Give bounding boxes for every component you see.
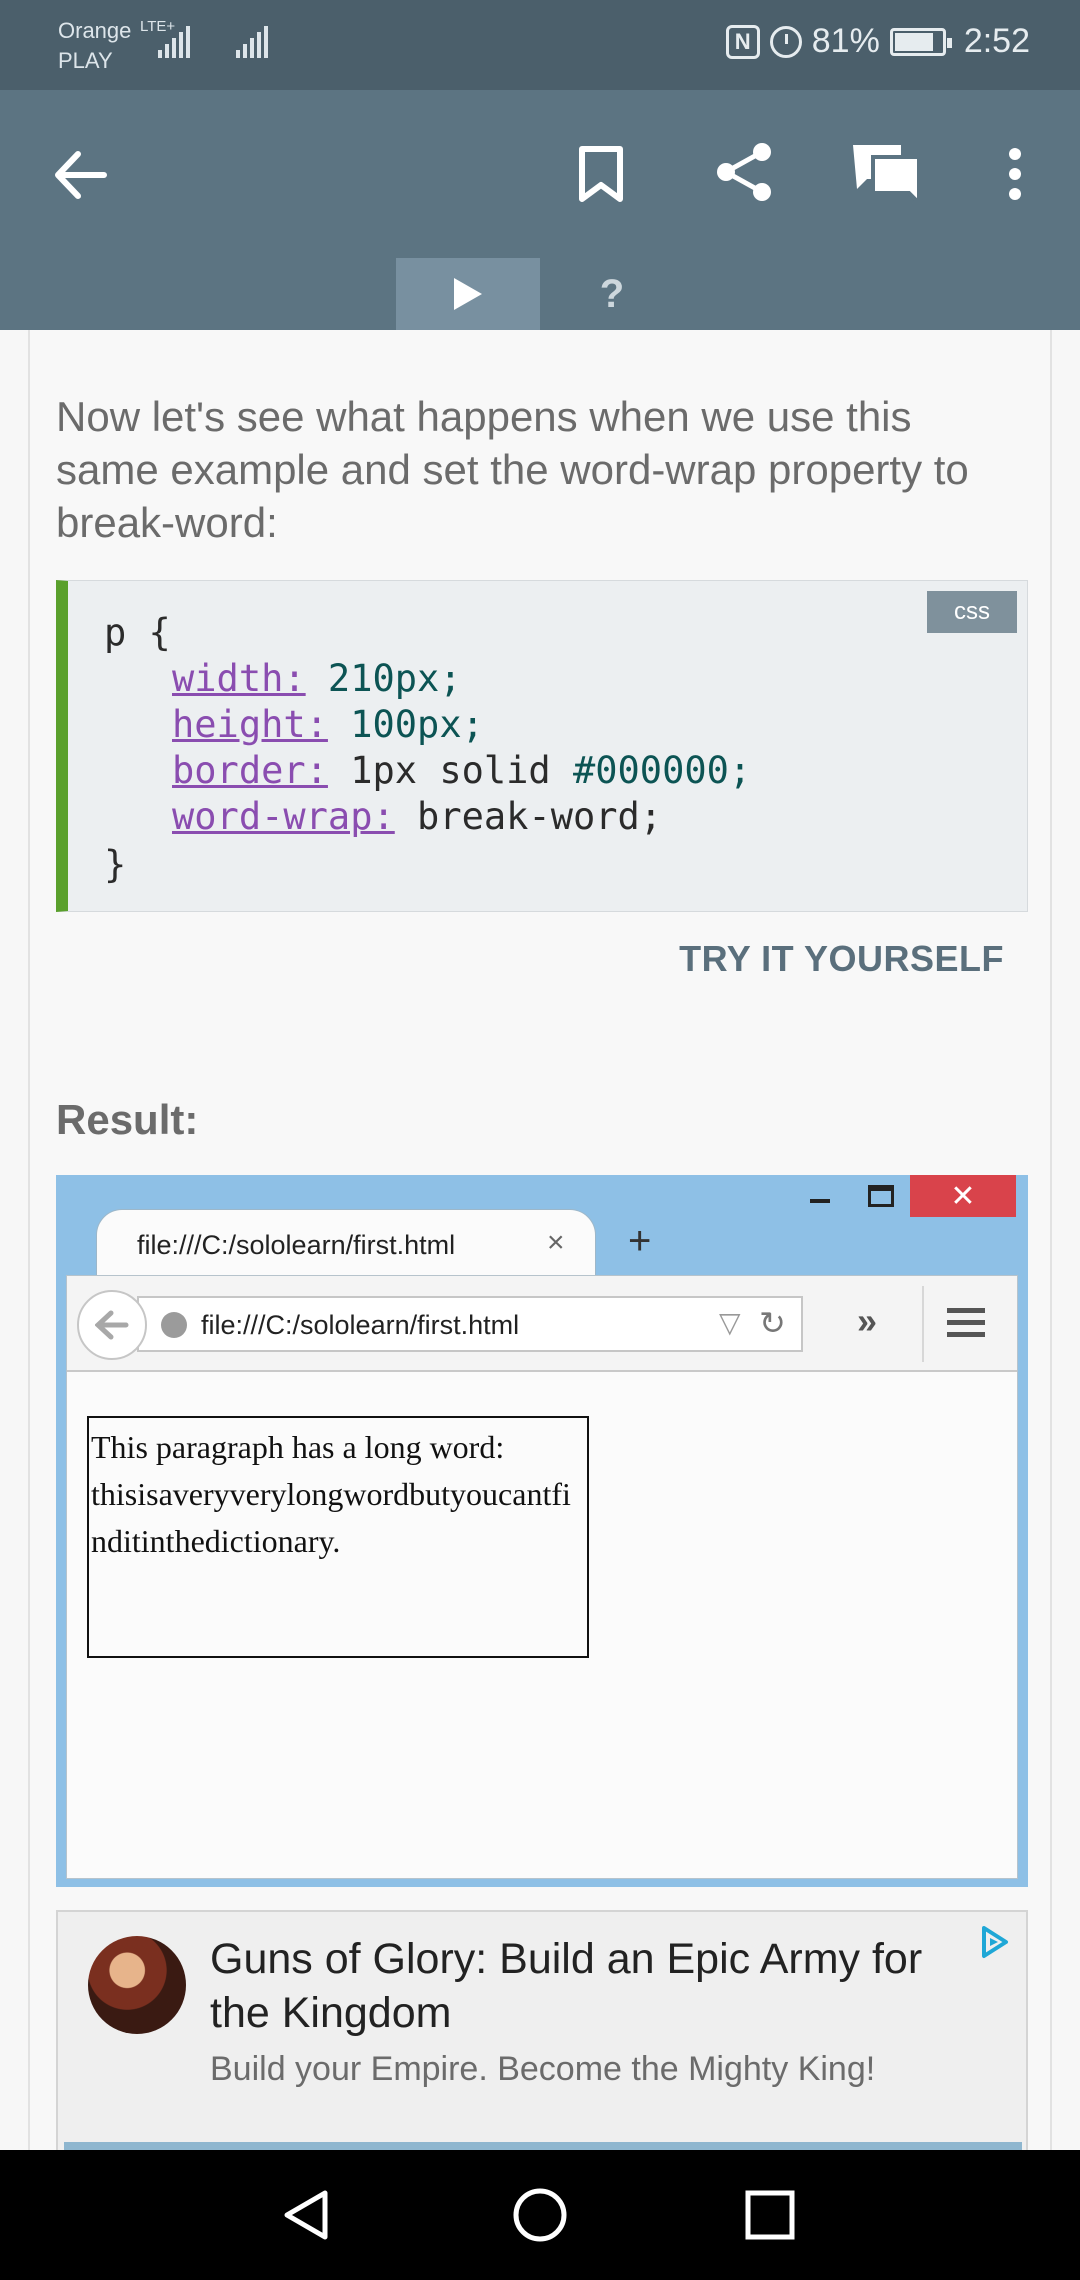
toolbar-divider bbox=[922, 1286, 924, 1362]
carrier-sub: PLAY bbox=[58, 48, 113, 73]
nfc-icon: N bbox=[725, 24, 760, 59]
battery-icon bbox=[889, 27, 952, 56]
ad-avatar bbox=[88, 1936, 186, 2034]
bookmark-icon[interactable] bbox=[566, 138, 636, 210]
share-icon[interactable] bbox=[706, 134, 782, 210]
tab-help[interactable]: ? bbox=[540, 258, 684, 330]
code-line: border: 1px solid #000000; bbox=[172, 749, 751, 792]
tab-close-icon: × bbox=[547, 1226, 565, 1259]
code-property: height: bbox=[172, 703, 328, 746]
ad-banner[interactable]: Guns of Glory: Build an Epic Army for th… bbox=[56, 1910, 1028, 2172]
code-line: } bbox=[104, 843, 127, 886]
clock: 2:52 bbox=[963, 22, 1030, 60]
code-line: word-wrap: break-word; bbox=[172, 795, 662, 838]
lesson-tabbar: ? bbox=[0, 258, 1080, 330]
browser-tab-title: file:///C:/sololearn/first.html bbox=[137, 1230, 456, 1260]
signal-icon-2 bbox=[236, 26, 268, 58]
result-screenshot: ✕ file:///C:/sololearn/first.html × + fi… bbox=[56, 1175, 1028, 1887]
comments-icon[interactable] bbox=[846, 134, 926, 214]
nav-home-icon[interactable] bbox=[505, 2180, 575, 2250]
browser-toolbar: file:///C:/sololearn/first.html ▽ ↻ » bbox=[67, 1276, 1017, 1372]
code-property: border: bbox=[172, 749, 328, 792]
browser-viewport: file:///C:/sololearn/first.html ▽ ↻ » Th… bbox=[66, 1275, 1018, 1879]
help-icon: ? bbox=[599, 271, 625, 316]
status-bar: Orange PLAY LTE+ N 81% 2:52 bbox=[0, 0, 1080, 90]
try-it-yourself-button[interactable]: TRY IT YOURSELF bbox=[679, 938, 1004, 980]
lesson-intro-text: Now let's see what happens when we use t… bbox=[56, 393, 969, 546]
signal-icon bbox=[158, 26, 190, 58]
back-arrow-icon[interactable] bbox=[40, 140, 120, 210]
carrier-label: Orange PLAY bbox=[58, 16, 131, 76]
code-value: 100px; bbox=[327, 703, 484, 746]
maximize-icon bbox=[868, 1185, 894, 1207]
code-line: width: 210px; bbox=[172, 657, 462, 700]
reload-icon: ↻ bbox=[759, 1305, 786, 1341]
window-close-icon: ✕ bbox=[910, 1175, 1016, 1217]
code-property: word-wrap: bbox=[172, 795, 395, 838]
demo-paragraph: This paragraph has a long word: thisisav… bbox=[87, 1416, 589, 1658]
code-value: break-word; bbox=[394, 795, 663, 838]
tab-run[interactable] bbox=[396, 258, 540, 330]
browser-url: file:///C:/sololearn/first.html bbox=[201, 1310, 520, 1340]
status-indicators: N 81% 2:52 bbox=[725, 22, 1030, 61]
adchoices-icon[interactable] bbox=[976, 1924, 1012, 1960]
minimize-icon bbox=[810, 1199, 830, 1203]
hamburger-menu-icon bbox=[947, 1308, 985, 1344]
app-bar bbox=[0, 90, 1080, 258]
lesson-card: Now let's see what happens when we use t… bbox=[28, 330, 1052, 2172]
code-line: height: 100px; bbox=[172, 703, 484, 746]
code-lang-badge: css bbox=[927, 591, 1017, 633]
nav-recents-icon[interactable] bbox=[735, 2180, 805, 2250]
code-property: width: bbox=[172, 657, 306, 700]
code-value: 1px solid bbox=[327, 749, 573, 792]
system-nav-bar bbox=[0, 2150, 1080, 2280]
globe-icon bbox=[161, 1312, 187, 1338]
browser-tab: file:///C:/sololearn/first.html × bbox=[96, 1209, 596, 1279]
code-value: #000000; bbox=[572, 749, 752, 792]
ad-description: Build your Empire. Become the Mighty Kin… bbox=[210, 2050, 876, 2088]
code-block: css p { width: 210px; height: 100px; bor… bbox=[56, 580, 1028, 912]
new-tab-icon: + bbox=[628, 1219, 652, 1263]
overflow-icon: » bbox=[857, 1300, 878, 1341]
browser-back-icon bbox=[77, 1290, 147, 1360]
nav-back-icon[interactable] bbox=[272, 2180, 342, 2250]
code-value: 210px; bbox=[305, 657, 462, 700]
carrier-name: Orange bbox=[58, 18, 132, 43]
dropdown-icon: ▽ bbox=[719, 1307, 741, 1338]
play-icon bbox=[454, 278, 482, 310]
code-line: p { bbox=[104, 611, 171, 654]
result-heading: Result: bbox=[56, 1096, 199, 1143]
ad-title: Guns of Glory: Build an Epic Army for th… bbox=[210, 1935, 923, 2037]
battery-percent: 81% bbox=[811, 22, 880, 60]
more-vert-icon[interactable] bbox=[990, 138, 1040, 210]
alarm-icon bbox=[769, 25, 802, 58]
browser-address-bar: file:///C:/sololearn/first.html ▽ ↻ bbox=[137, 1296, 803, 1352]
